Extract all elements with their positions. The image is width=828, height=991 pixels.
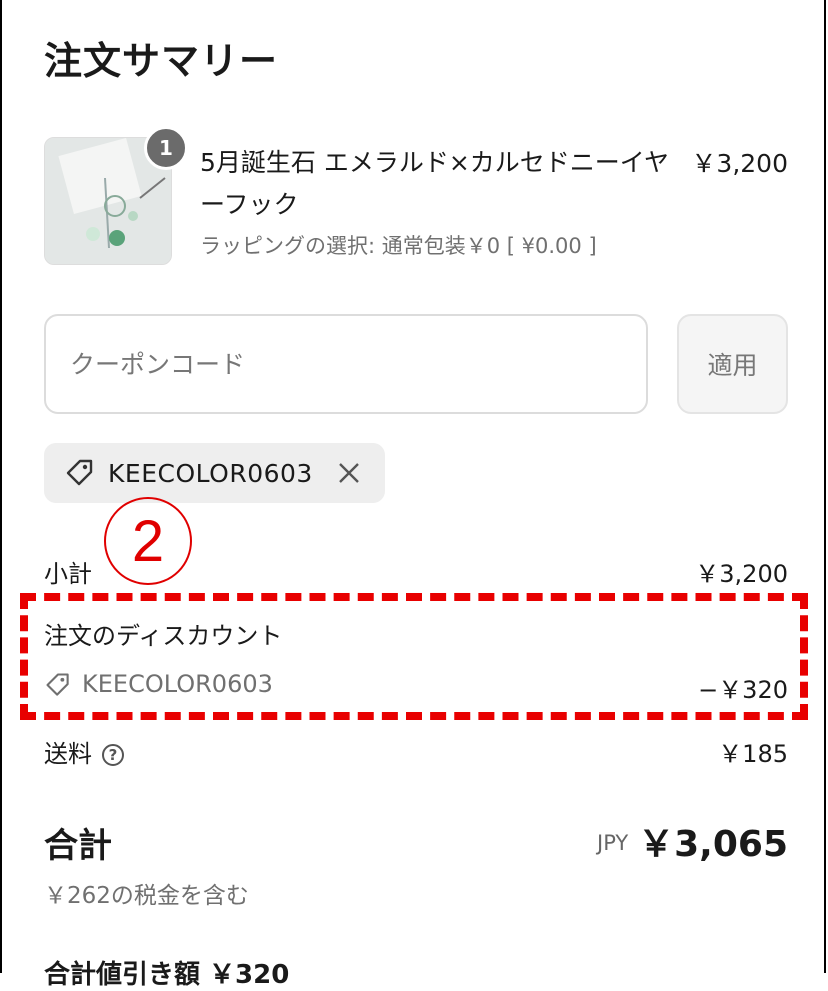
shipping-label: 送料 — [44, 740, 92, 768]
discount-label: 注文のディスカウント — [44, 622, 283, 650]
coupon-input[interactable] — [44, 314, 648, 414]
currency-code: JPY — [597, 831, 629, 855]
subtotal-value: ￥3,200 — [695, 560, 788, 588]
product-variant: ラッピングの選択: 通常包装￥0 [ ¥0.00 ] — [200, 234, 597, 258]
discount-value: −￥320 — [698, 676, 788, 704]
product-name: 5月誕生石 エメラルド×カルセドニーイヤーフック — [200, 148, 670, 219]
tag-icon — [64, 456, 98, 490]
applied-coupon-code: KEECOLOR0603 — [108, 458, 313, 488]
page-title: 注文サマリー — [44, 39, 279, 83]
discount-tag-icon — [44, 671, 72, 699]
product-price: ￥3,200 — [691, 149, 788, 178]
shipping-value: ￥185 — [718, 740, 788, 768]
discount-code: KEECOLOR0603 — [82, 670, 273, 698]
apply-coupon-button[interactable]: 適用 — [677, 314, 788, 414]
tax-note: ￥262の税金を含む — [44, 883, 249, 909]
quantity-badge: 1 — [144, 126, 188, 170]
shipping-row: 送料? — [44, 734, 124, 769]
applied-coupon-chip: KEECOLOR0603 — [44, 443, 385, 503]
subtotal-label: 小計 — [44, 560, 92, 588]
discount-highlight-box — [20, 593, 808, 720]
remove-coupon-icon[interactable] — [331, 455, 367, 491]
total-value: ￥3,065 — [638, 824, 788, 865]
annotation-marker: 2 — [104, 497, 192, 585]
help-icon[interactable]: ? — [102, 744, 124, 766]
total-label: 合計 — [44, 826, 112, 866]
